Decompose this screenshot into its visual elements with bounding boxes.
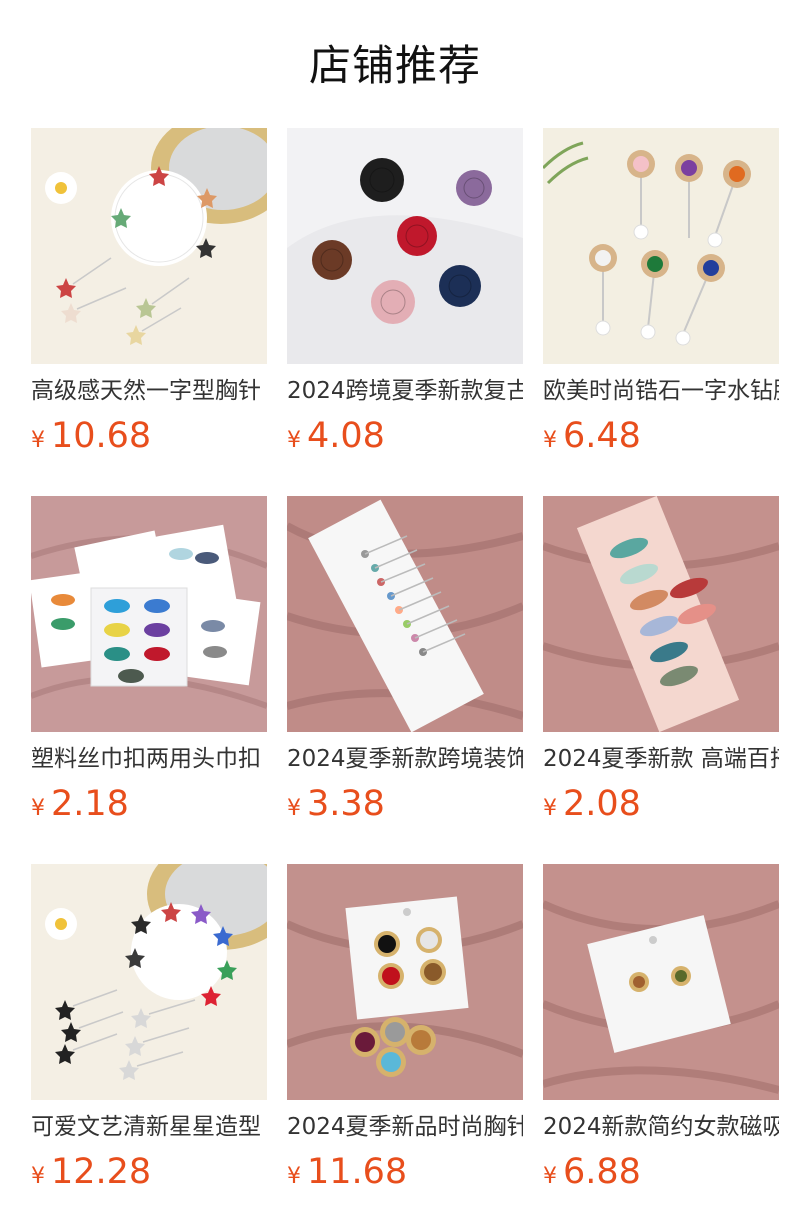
currency-symbol: ¥	[287, 796, 301, 821]
product-price: ¥6.88	[543, 1148, 641, 1196]
currency-symbol: ¥	[543, 796, 557, 821]
price-value: 3.38	[307, 784, 385, 824]
currency-symbol: ¥	[287, 1164, 301, 1189]
product-card[interactable]: 2024新款简约女款磁吸 ¥6.88	[543, 864, 779, 1204]
product-name[interactable]: 可爱文艺清新星星造型	[31, 1110, 267, 1144]
price-value: 4.08	[307, 416, 385, 456]
product-name[interactable]: 2024跨境夏季新款复古玫瑰	[287, 374, 523, 408]
product-price: ¥2.18	[31, 780, 129, 828]
product-card[interactable]: 2024夏季新品时尚胸针 ¥11.68	[287, 864, 523, 1204]
currency-symbol: ¥	[31, 428, 45, 453]
product-name[interactable]: 2024夏季新款 高端百搭	[543, 742, 779, 776]
product-card[interactable]: 2024夏季新款 高端百搭 ¥2.08	[543, 496, 779, 836]
product-price: ¥12.28	[31, 1148, 151, 1196]
oval-pin-card-image[interactable]	[543, 496, 779, 732]
crystal-pin-image[interactable]	[543, 128, 779, 364]
product-name[interactable]: 2024夏季新品时尚胸针	[287, 1110, 523, 1144]
product-card[interactable]: 高级感天然一字型胸针 ¥10.68	[31, 128, 267, 468]
product-price: ¥11.68	[287, 1148, 407, 1196]
product-name[interactable]: 2024夏季新款跨境装饰针	[287, 742, 523, 776]
price-value: 2.18	[51, 784, 129, 824]
rose-brooch-image[interactable]	[287, 128, 523, 364]
mini-gem-card-image[interactable]	[543, 864, 779, 1100]
hijab-pin-box-image[interactable]	[31, 496, 267, 732]
product-price: ¥10.68	[31, 412, 151, 460]
product-name[interactable]: 欧美时尚锆石一字水钻胸针	[543, 374, 779, 408]
product-price: ¥4.08	[287, 412, 385, 460]
star-pin-set-image[interactable]	[31, 864, 267, 1100]
product-price: ¥6.48	[543, 412, 641, 460]
price-value: 11.68	[307, 1152, 408, 1192]
price-value: 6.88	[563, 1152, 641, 1192]
page-title: 店铺推荐	[308, 41, 481, 90]
price-value: 6.48	[563, 416, 641, 456]
gem-magnet-card-image[interactable]	[287, 864, 523, 1100]
product-name[interactable]: 塑料丝巾扣两用头巾扣	[31, 742, 267, 776]
product-price: ¥3.38	[287, 780, 385, 828]
product-name[interactable]: 2024新款简约女款磁吸	[543, 1110, 779, 1144]
currency-symbol: ¥	[31, 796, 45, 821]
price-value: 12.28	[51, 1152, 152, 1192]
price-value: 2.08	[563, 784, 641, 824]
currency-symbol: ¥	[31, 1164, 45, 1189]
currency-symbol: ¥	[543, 1164, 557, 1189]
product-card[interactable]: 2024跨境夏季新款复古玫瑰 ¥4.08	[287, 128, 523, 468]
product-card[interactable]: 欧美时尚锆石一字水钻胸针 ¥6.48	[543, 128, 779, 468]
product-card[interactable]: 可爱文艺清新星星造型 ¥12.28	[31, 864, 267, 1204]
currency-symbol: ¥	[543, 428, 557, 453]
product-name[interactable]: 高级感天然一字型胸针	[31, 374, 267, 408]
product-grid: 高级感天然一字型胸针 ¥10.68 2024跨境夏季新款复古 ¥ 4.08 欧美…	[31, 128, 790, 1232]
product-card[interactable]: 2024夏季新款跨境装饰针 ¥3.38	[287, 496, 523, 836]
product-price: ¥2.08	[543, 780, 641, 828]
star-pin-wheel-image[interactable]	[31, 128, 267, 364]
pearl-pin-card-image[interactable]	[287, 496, 523, 732]
product-card[interactable]: 塑料丝巾扣两用头巾扣 ¥2.18	[31, 496, 267, 836]
price-value: 10.68	[51, 416, 152, 456]
currency-symbol: ¥	[287, 428, 301, 453]
